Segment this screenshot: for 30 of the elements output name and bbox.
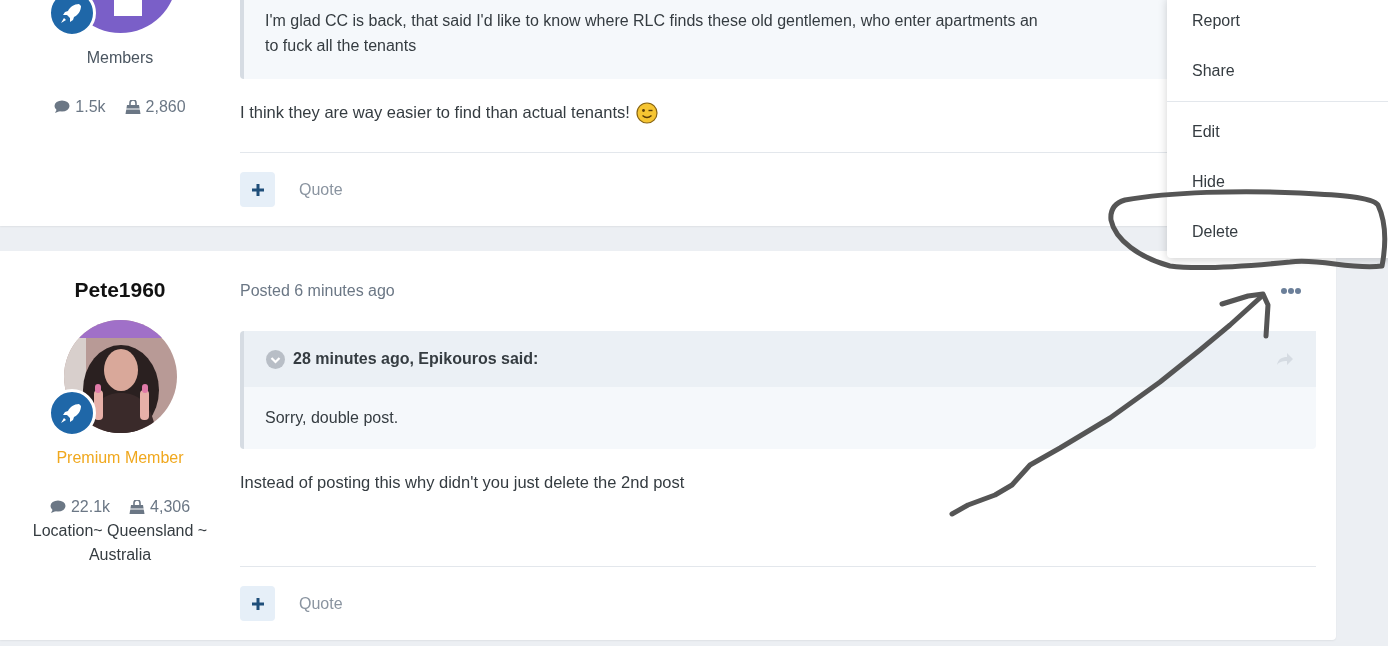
post-count: 1.5k xyxy=(75,97,106,117)
reputation-count: 4,306 xyxy=(150,497,191,517)
comment-text: Instead of posting this why didn't you just delete the 2nd post xyxy=(240,472,685,493)
add-button[interactable] xyxy=(240,172,275,207)
plus-icon xyxy=(250,182,265,197)
comment-text: I think they are way easier to find than actual tenants! xyxy=(240,102,630,123)
quote-text: to fuck all the tenants xyxy=(264,36,418,56)
reputation-count: 2,860 xyxy=(145,97,186,117)
menu-item[interactable]: Edit xyxy=(1167,107,1388,157)
author-name[interactable]: Pete1960 xyxy=(74,277,166,303)
comment-icon xyxy=(54,100,71,114)
menu-item[interactable]: Hide xyxy=(1167,157,1388,207)
quote-text: I'm glad CC is back, that said I'd like to know where RLC finds these old gentlemen, who enter apartments an xyxy=(264,11,1039,31)
menu-item[interactable]: Share xyxy=(1167,46,1388,96)
wink-emoji-icon xyxy=(635,101,658,124)
add-button[interactable] xyxy=(240,586,275,621)
author-location: Location~ Queensland ~ Australia xyxy=(31,521,209,565)
bag-icon xyxy=(124,99,141,115)
member-group: Premium Member xyxy=(56,446,184,470)
menu-item[interactable]: Report xyxy=(1167,0,1388,46)
post-date: Posted 6 minutes ago xyxy=(240,281,395,301)
quote-text: Sorry, double post. xyxy=(264,408,400,428)
quote-citation: 28 minutes ago, Epikouros said: xyxy=(293,350,539,368)
member-group: Members xyxy=(86,46,154,70)
more-icon xyxy=(1280,286,1302,295)
post-count: 22.1k xyxy=(70,497,111,517)
comment-icon xyxy=(49,500,66,514)
menu-item[interactable]: Delete xyxy=(1167,207,1388,257)
bag-icon xyxy=(129,499,146,515)
plus-icon xyxy=(250,596,265,611)
